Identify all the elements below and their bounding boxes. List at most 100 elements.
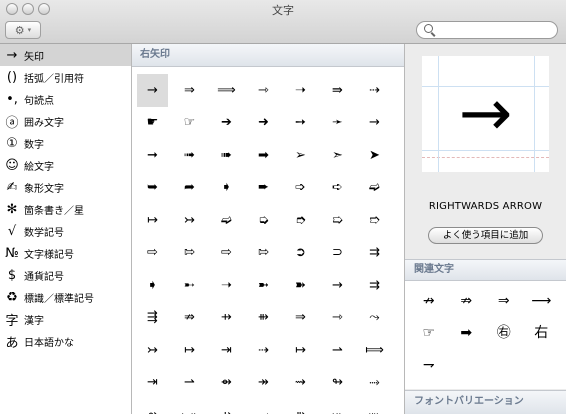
character-cell[interactable]: ➧ — [211, 172, 242, 205]
character-cell[interactable]: ⤔ — [322, 399, 353, 414]
character-cell[interactable]: ⇢ — [248, 334, 279, 367]
character-cell[interactable]: ⇢ — [359, 74, 390, 107]
character-cell[interactable]: ⇴ — [137, 399, 168, 414]
character-cell[interactable]: ⇨ — [137, 237, 168, 270]
search-field[interactable] — [416, 21, 558, 39]
character-cell[interactable]: ⇾ — [322, 302, 353, 335]
character-cell[interactable]: → — [322, 269, 353, 302]
character-cell[interactable]: ⇨ — [211, 237, 242, 270]
character-cell[interactable]: ⟾ — [359, 334, 390, 367]
character-cell[interactable]: ⇾ — [248, 74, 279, 107]
character-cell[interactable]: ➢ — [285, 139, 316, 172]
related-character-cell[interactable]: ➡ — [448, 317, 486, 349]
character-cell[interactable]: ➔ — [211, 107, 242, 140]
character-cell[interactable]: ↬ — [322, 367, 353, 400]
sidebar-item[interactable]: √ 数学記号 — [0, 220, 131, 242]
character-cell[interactable]: ⤗ — [359, 399, 390, 414]
character-cell[interactable]: ⇴ — [211, 367, 242, 400]
sidebar-item[interactable]: № 文字様記号 — [0, 242, 131, 264]
character-cell[interactable]: ⇏ — [174, 302, 205, 335]
character-cell[interactable]: ➫ — [359, 172, 390, 205]
character-cell[interactable]: ↦ — [174, 334, 205, 367]
sidebar-item[interactable]: → 矢印 — [0, 44, 131, 66]
character-cell[interactable]: ⤏ — [248, 399, 279, 414]
related-character-cell[interactable]: ㊨ — [485, 317, 523, 349]
character-cell[interactable]: ⇥ — [211, 334, 242, 367]
sidebar-item[interactable]: あ日本語かな — [0, 330, 131, 352]
character-cell[interactable]: ⤑ — [359, 367, 390, 400]
character-cell[interactable]: ➭ — [248, 204, 279, 237]
sidebar-item[interactable]: ♻ 標識／標準記号 — [0, 286, 131, 308]
character-cell[interactable]: ➽ — [285, 269, 316, 302]
add-to-favorites-button[interactable]: よく使う項目に追加 — [428, 227, 543, 244]
font-variation-header[interactable]: フォントバリエーション — [405, 390, 566, 414]
character-cell[interactable]: ➪ — [322, 172, 353, 205]
character-cell[interactable]: ⇒ — [174, 74, 205, 107]
character-cell[interactable]: ➧ — [137, 269, 168, 302]
sidebar-item[interactable]: () 括弧／引用符 — [0, 66, 131, 88]
sidebar-item[interactable]: •, 句読点 — [0, 88, 131, 110]
sidebar-item[interactable]: $ 通貨記号 — [0, 264, 131, 286]
search-input[interactable] — [439, 23, 551, 37]
character-cell[interactable]: ⇉ — [359, 269, 390, 302]
character-cell[interactable]: ⤐ — [174, 399, 205, 414]
character-cell[interactable]: ➤ — [359, 139, 390, 172]
character-cell[interactable]: ⇸ — [211, 399, 242, 414]
related-character-cell[interactable]: 右 — [523, 317, 561, 349]
character-cell[interactable]: ⇻ — [285, 399, 316, 414]
character-cell[interactable]: ⇀ — [322, 334, 353, 367]
character-cell[interactable]: ➸ — [174, 269, 205, 302]
character-cell[interactable]: ⇶ — [137, 302, 168, 335]
sidebar-item[interactable]: ☺ 絵文字 — [0, 154, 131, 176]
character-cell[interactable]: → — [359, 107, 390, 140]
character-cell[interactable]: ⇸ — [211, 302, 242, 335]
character-cell[interactable]: ➡ — [248, 139, 279, 172]
related-character-cell[interactable]: ⇁ — [410, 349, 448, 381]
related-character-cell[interactable]: ↛ — [410, 285, 448, 317]
action-menu-button[interactable]: ⚙ ▾ — [5, 21, 41, 39]
character-cell[interactable]: ➝ — [285, 74, 316, 107]
character-cell[interactable]: ➞ — [137, 139, 168, 172]
character-cell[interactable]: ➫ — [211, 204, 242, 237]
character-cell[interactable]: ➦ — [174, 172, 205, 205]
character-cell[interactable]: ⇉ — [359, 237, 390, 270]
character-cell[interactable]: ➲ — [285, 237, 316, 270]
related-character-cell[interactable]: ☞ — [410, 317, 448, 349]
character-cell[interactable]: ➯ — [322, 204, 353, 237]
character-cell[interactable]: ↦ — [137, 204, 168, 237]
related-character-cell[interactable]: ⟶ — [523, 285, 561, 317]
sidebar-item[interactable]: ✻ 箇条書き／星 — [0, 198, 131, 220]
character-cell[interactable]: ➠ — [211, 139, 242, 172]
character-cell[interactable]: ➮ — [285, 204, 316, 237]
character-cell[interactable]: ↣ — [137, 334, 168, 367]
character-cell[interactable]: ⇛ — [322, 74, 353, 107]
character-cell[interactable]: ➙ — [285, 107, 316, 140]
character-cell[interactable]: ⇥ — [137, 367, 168, 400]
sidebar-item[interactable]: ✍ 象形文字 — [0, 176, 131, 198]
character-cell[interactable]: ⊃ — [322, 237, 353, 270]
character-cell[interactable]: ➥ — [137, 172, 168, 205]
character-cell[interactable]: ⇒ — [285, 302, 316, 335]
character-cell[interactable]: ⇰ — [174, 237, 205, 270]
character-cell[interactable]: ⤳ — [359, 302, 390, 335]
character-cell[interactable]: ➼ — [248, 269, 279, 302]
character-cell[interactable]: ➣ — [322, 139, 353, 172]
sidebar-item[interactable]: 字漢字 — [0, 308, 131, 330]
related-character-cell[interactable]: ⇏ — [448, 285, 486, 317]
character-cell[interactable]: ⇀ — [174, 367, 205, 400]
character-cell[interactable]: ⇻ — [248, 302, 279, 335]
character-cell[interactable]: ⟹ — [211, 74, 242, 107]
character-cell[interactable]: ➟ — [174, 139, 205, 172]
character-cell[interactable]: ☞ — [174, 107, 205, 140]
character-cell[interactable]: ⇰ — [248, 237, 279, 270]
character-cell[interactable]: → — [137, 74, 168, 107]
character-cell[interactable]: ➝ — [211, 269, 242, 302]
character-cell[interactable]: ➨ — [248, 172, 279, 205]
sidebar-item[interactable]: ⓐ 囲み文字 — [0, 110, 131, 132]
character-cell[interactable]: ➩ — [285, 172, 316, 205]
related-character-cell[interactable]: ⇒ — [485, 285, 523, 317]
sidebar-item[interactable]: ① 数字 — [0, 132, 131, 154]
character-cell[interactable]: ➱ — [359, 204, 390, 237]
character-cell[interactable]: ↣ — [174, 204, 205, 237]
character-cell[interactable]: ➜ — [248, 107, 279, 140]
